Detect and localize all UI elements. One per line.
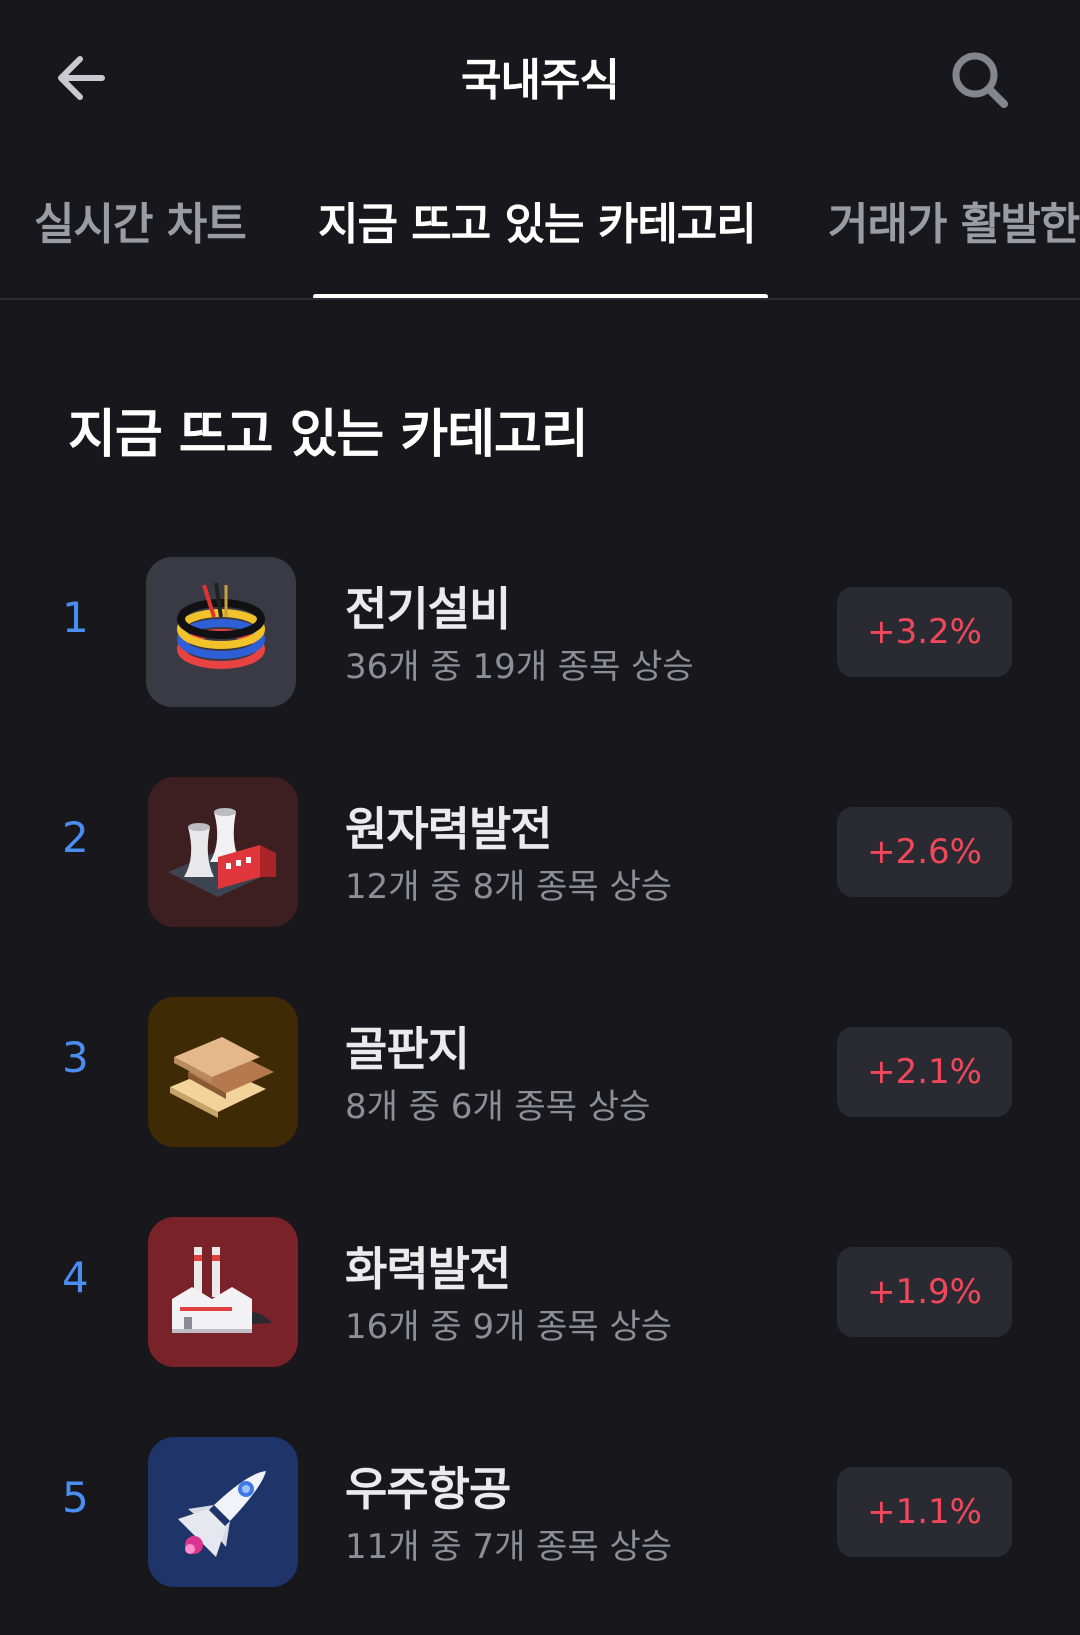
rank-number: 3 <box>62 1033 89 1082</box>
category-name: 화력발전 <box>345 1242 511 1296</box>
tab-active-trading[interactable]: 거래가 활발한 <box>828 188 1080 252</box>
category-row[interactable]: 4 화력발전 16개 중 9개 종목 상승 +1.9% <box>0 1205 1080 1367</box>
search-icon <box>952 52 1008 108</box>
tab-divider <box>0 298 1080 300</box>
category-summary: 12개 중 8개 종목 상승 <box>345 867 673 907</box>
rocket-icon <box>148 1437 298 1587</box>
category-summary: 8개 중 6개 종목 상승 <box>345 1087 651 1127</box>
electric-cable-icon <box>146 557 296 707</box>
change-badge: +2.1% <box>837 1027 1012 1117</box>
search-button[interactable] <box>940 40 1020 120</box>
category-row[interactable]: 1 전기설비 36개 중 19개 종목 상승 +3.2% <box>0 545 1080 707</box>
category-name: 골판지 <box>345 1022 470 1076</box>
tab-trending-categories[interactable]: 지금 뜨고 있는 카테고리 <box>318 188 757 252</box>
change-badge: +1.9% <box>837 1247 1012 1337</box>
change-badge: +2.6% <box>837 807 1012 897</box>
category-row[interactable]: 3 골판지 8개 중 6개 종목 상승 +2.1% <box>0 985 1080 1147</box>
rank-number: 1 <box>62 593 89 642</box>
category-row[interactable]: 5 우주항공 11개 중 7개 종목 상승 +1.1% <box>0 1425 1080 1587</box>
category-summary: 36개 중 19개 종목 상승 <box>345 647 694 687</box>
section-title: 지금 뜨고 있는 카테고리 <box>68 405 589 465</box>
category-tabs: 실시간 차트 지금 뜨고 있는 카테고리 거래가 활발한 <box>0 150 1080 300</box>
cardboard-icon <box>148 997 298 1147</box>
rank-number: 4 <box>62 1253 89 1302</box>
nuclear-plant-icon <box>148 777 298 927</box>
category-row[interactable]: 2 원자력발전 12개 중 8개 종목 상승 +2.6% <box>0 765 1080 927</box>
page-title: 국내주식 <box>461 55 620 106</box>
rank-number: 2 <box>62 813 89 862</box>
category-name: 원자력발전 <box>345 802 553 856</box>
category-summary: 16개 중 9개 종목 상승 <box>345 1307 673 1347</box>
category-summary: 11개 중 7개 종목 상승 <box>345 1527 673 1567</box>
category-name: 전기설비 <box>345 582 511 636</box>
rank-number: 5 <box>62 1473 89 1522</box>
change-badge: +1.1% <box>837 1467 1012 1557</box>
tab-realtime-chart[interactable]: 실시간 차트 <box>34 188 247 252</box>
change-badge: +3.2% <box>837 587 1012 677</box>
thermal-plant-icon <box>148 1217 298 1367</box>
top-app-bar: 국내주식 <box>0 0 1080 150</box>
category-name: 우주항공 <box>345 1462 511 1516</box>
